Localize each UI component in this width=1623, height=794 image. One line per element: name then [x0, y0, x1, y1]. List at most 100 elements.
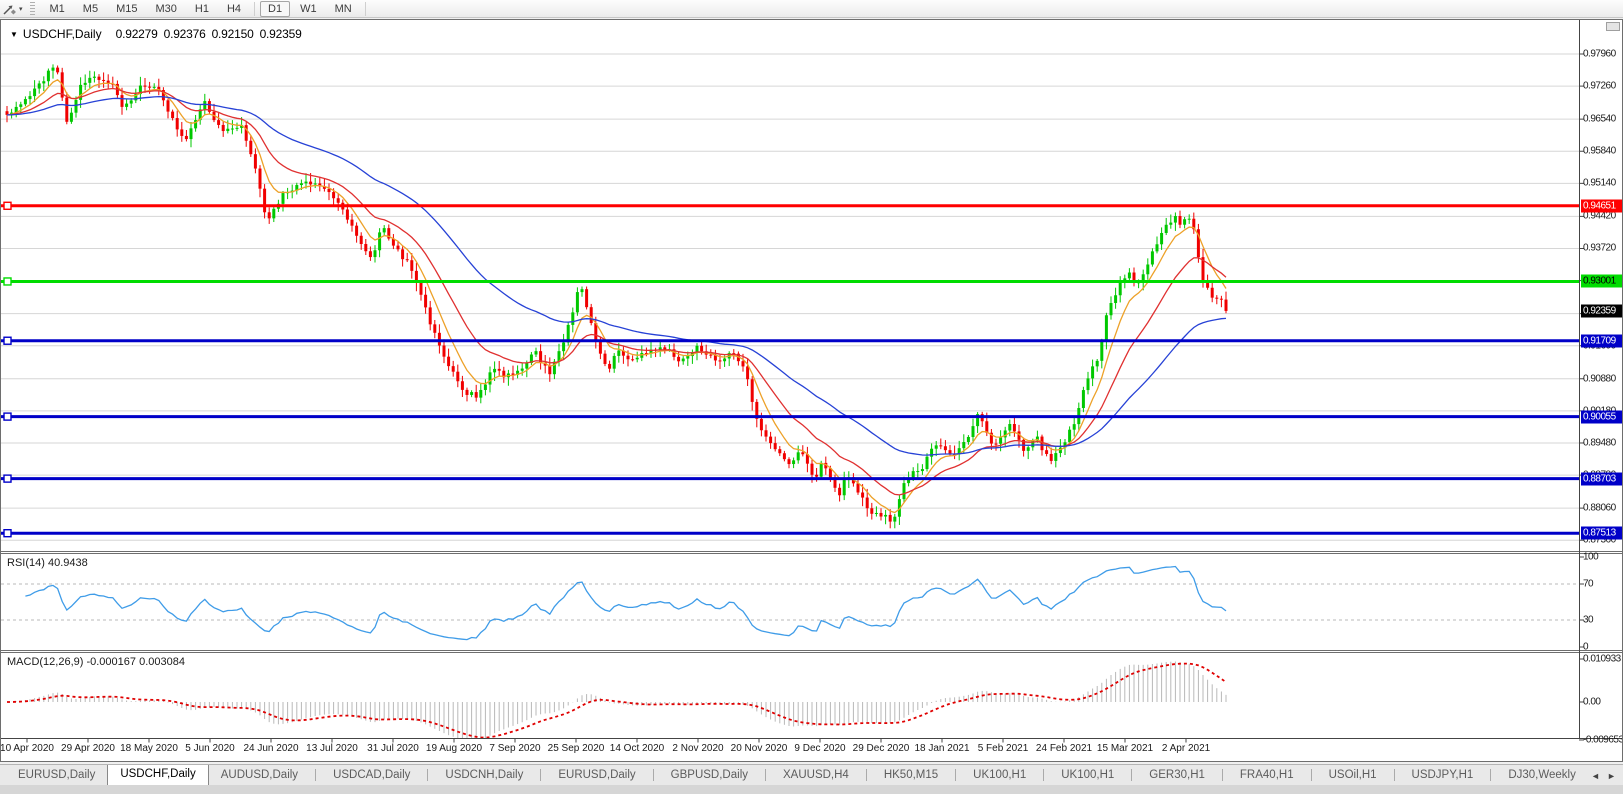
tab-divider — [866, 769, 867, 781]
price-line-label: 0.88703 — [1581, 472, 1622, 485]
low-value: 0.92150 — [212, 27, 254, 41]
cursor-tool-icon — [2, 2, 17, 16]
timeframe-button-M30[interactable]: M30 — [147, 1, 184, 17]
tab-EURUSD-Daily[interactable]: EURUSD,Daily — [6, 766, 107, 785]
cursor-tool-button[interactable]: ▾ — [0, 1, 26, 17]
tab-GBPUSD-Daily[interactable]: GBPUSD,Daily — [659, 766, 760, 785]
toolbar-separator — [365, 2, 366, 16]
price-line-label: 0.90055 — [1581, 410, 1622, 423]
price-tick-label: 0.89480 — [1583, 437, 1622, 448]
price-tick-label: 0.95140 — [1583, 178, 1622, 189]
tab-USDCHF-Daily[interactable]: USDCHF,Daily — [107, 765, 208, 785]
date-label: 5 Feb 2021 — [978, 743, 1029, 754]
macd-tick-label: 0.00 — [1583, 697, 1622, 708]
axis-corner-box — [1606, 22, 1620, 31]
price-line-label: 0.93001 — [1581, 275, 1622, 288]
tab-divider — [315, 769, 316, 781]
tab-DJ30-Weekly[interactable]: DJ30,Weekly — [1496, 766, 1584, 785]
open-value: 0.92279 — [116, 27, 158, 41]
tab-divider — [1043, 769, 1044, 781]
price-tick-label: 0.93720 — [1583, 243, 1622, 254]
tab-XAUUSD-H4[interactable]: XAUUSD,H4 — [771, 766, 861, 785]
timeframe-buttons: M1M5M15M30H1H4 D1W1MN — [41, 1, 370, 17]
toolbar-drag-handle[interactable] — [30, 2, 35, 15]
chart-tab-bar: EURUSD,DailyUSDCHF,DailyAUDUSD,DailyUSDC… — [0, 764, 1623, 785]
timeframe-button-H4[interactable]: H4 — [219, 1, 249, 17]
tab-USOil-H1[interactable]: USOil,H1 — [1317, 766, 1389, 785]
tab-divider — [1311, 769, 1312, 781]
date-label: 10 Apr 2020 — [0, 743, 54, 754]
date-label: 24 Feb 2021 — [1036, 743, 1092, 754]
tab-UK100-H1[interactable]: UK100,H1 — [961, 766, 1038, 785]
tab-divider — [1131, 769, 1132, 781]
timeframe-button-W1[interactable]: W1 — [292, 1, 325, 17]
price-line-label: 0.91709 — [1581, 334, 1622, 347]
chart-tabs: EURUSD,DailyUSDCHF,DailyAUDUSD,DailyUSDC… — [0, 765, 1584, 785]
tab-GER30-H1[interactable]: GER30,H1 — [1137, 766, 1217, 785]
scroll-left-icon[interactable]: ◄ — [1589, 771, 1602, 781]
timeframe-button-D1[interactable]: D1 — [260, 1, 290, 17]
date-label: 25 Sep 2020 — [548, 743, 605, 754]
trading-terminal: { "toolbar": { "cursor_tool_dropdown": "… — [0, 0, 1623, 794]
date-label: 24 Jun 2020 — [243, 743, 298, 754]
high-value: 0.92376 — [164, 27, 206, 41]
symbol-period-label: USDCHF,Daily — [23, 27, 102, 41]
tab-USDJPY-H1[interactable]: USDJPY,H1 — [1400, 766, 1486, 785]
macd-tick-label: -0.009653 — [1583, 734, 1622, 745]
tab-divider — [427, 769, 428, 781]
tab-USDCAD-Daily[interactable]: USDCAD,Daily — [321, 766, 422, 785]
rsi-tick-label: 30 — [1583, 615, 1622, 626]
date-label: 18 May 2020 — [120, 743, 178, 754]
tab-divider — [1222, 769, 1223, 781]
price-tick-label: 0.97960 — [1583, 49, 1622, 60]
timeframe-button-H1[interactable]: H1 — [187, 1, 217, 17]
chart-window: ▼ USDCHF,Daily 0.92279 0.92376 0.92150 0… — [0, 19, 1623, 762]
price-chart-canvas[interactable] — [1, 20, 1622, 761]
close-value: 0.92359 — [260, 27, 302, 41]
macd-tick-label: 0.010933 — [1583, 653, 1622, 664]
date-label: 2 Apr 2021 — [1162, 743, 1210, 754]
date-label: 2 Nov 2020 — [672, 743, 723, 754]
tab-divider — [1490, 769, 1491, 781]
date-label: 18 Jan 2021 — [914, 743, 969, 754]
price-tick-label: 0.94420 — [1583, 211, 1622, 222]
date-label: 19 Aug 2020 — [426, 743, 482, 754]
rsi-indicator-label: RSI(14) 40.9438 — [7, 557, 88, 569]
tab-divider — [540, 769, 541, 781]
price-tick-label: 0.96540 — [1583, 114, 1622, 125]
timeframe-button-M15[interactable]: M15 — [108, 1, 145, 17]
price-tick-label: 0.95840 — [1583, 146, 1622, 157]
tab-divider — [1394, 769, 1395, 781]
date-label: 29 Dec 2020 — [853, 743, 910, 754]
date-label: 31 Jul 2020 — [367, 743, 419, 754]
date-label: 14 Oct 2020 — [610, 743, 664, 754]
rsi-tick-label: 100 — [1583, 552, 1622, 563]
tab-scroll-buttons: ◄ ► — [1584, 771, 1623, 785]
rsi-tick-label: 70 — [1583, 579, 1622, 590]
current-price-label: 0.92359 — [1581, 304, 1622, 317]
tab-USDCNH-Daily[interactable]: USDCNH,Daily — [433, 766, 535, 785]
ohlc-readout: 0.92279 0.92376 0.92150 0.92359 — [116, 27, 302, 41]
date-label: 29 Apr 2020 — [61, 743, 115, 754]
date-label: 13 Jul 2020 — [306, 743, 358, 754]
date-label: 20 Nov 2020 — [731, 743, 788, 754]
date-label: 15 Mar 2021 — [1097, 743, 1153, 754]
scroll-right-icon[interactable]: ► — [1605, 771, 1618, 781]
price-tick-label: 0.88060 — [1583, 503, 1622, 514]
tab-divider — [955, 769, 956, 781]
tab-UK100-H1[interactable]: UK100,H1 — [1049, 766, 1126, 785]
tab-divider — [653, 769, 654, 781]
date-label: 9 Dec 2020 — [794, 743, 845, 754]
tab-FRA40-H1[interactable]: FRA40,H1 — [1228, 766, 1306, 785]
symbol-dropdown-icon[interactable]: ▼ — [10, 30, 18, 39]
timeframe-button-M5[interactable]: M5 — [75, 1, 106, 17]
timeframe-button-MN[interactable]: MN — [327, 1, 360, 17]
price-tick-label: 0.90880 — [1583, 373, 1622, 384]
rsi-tick-label: 0 — [1583, 642, 1622, 653]
tab-AUDUSD-Daily[interactable]: AUDUSD,Daily — [209, 766, 310, 785]
timeframe-button-M1[interactable]: M1 — [42, 1, 73, 17]
price-tick-label: 0.97260 — [1583, 81, 1622, 92]
tab-EURUSD-Daily[interactable]: EURUSD,Daily — [546, 766, 647, 785]
date-label: 7 Sep 2020 — [489, 743, 540, 754]
tab-HK50-M15[interactable]: HK50,M15 — [872, 766, 950, 785]
